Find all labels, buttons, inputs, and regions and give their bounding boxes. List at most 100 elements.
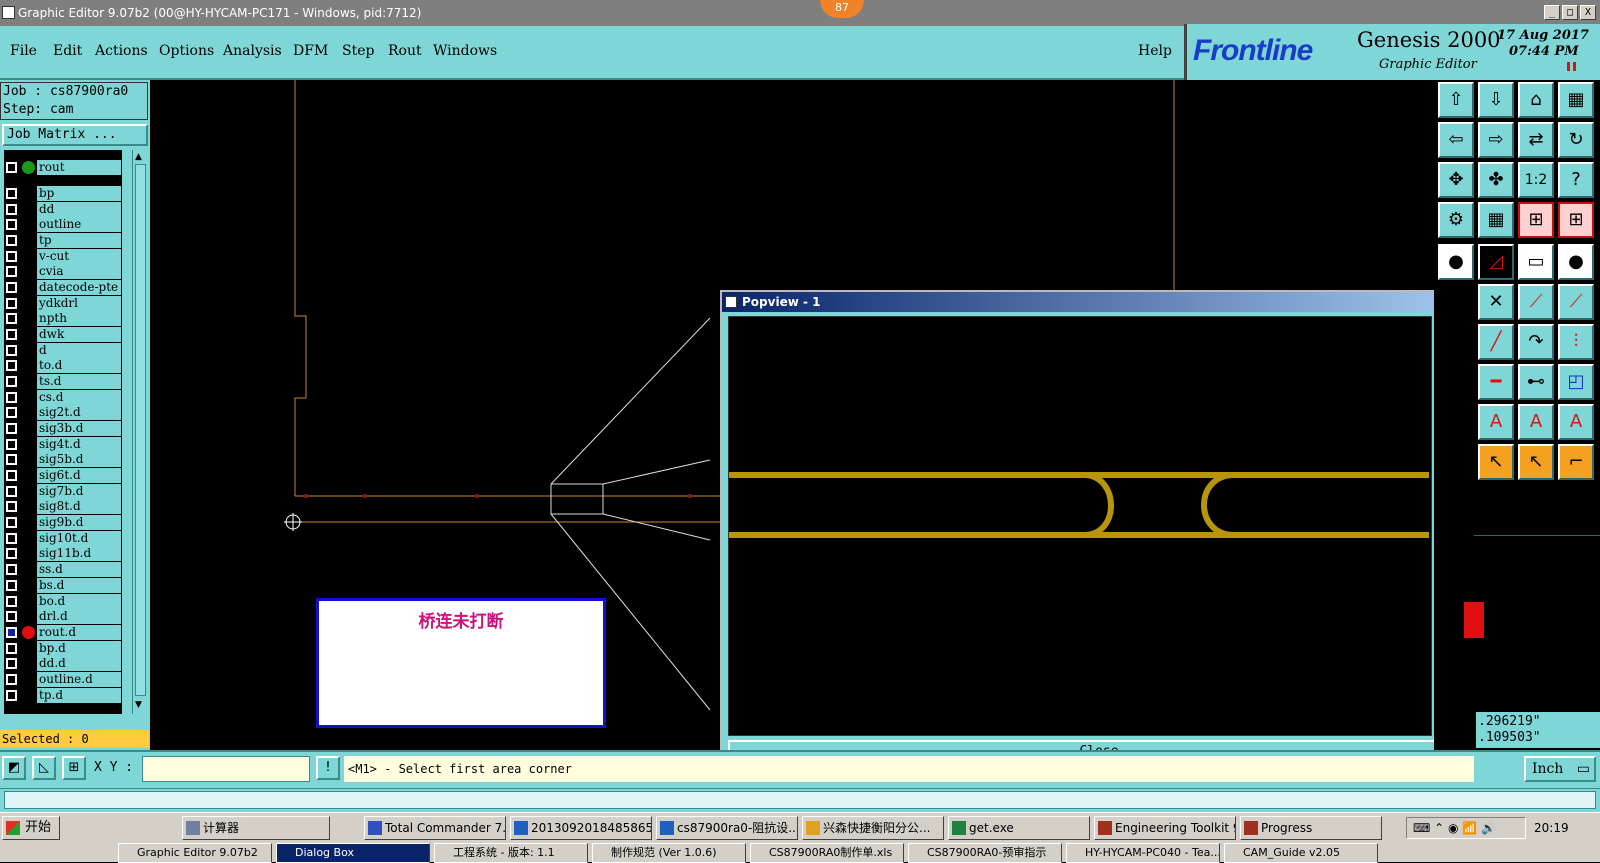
home-icon[interactable]: ⌂	[1518, 82, 1554, 118]
menu-help[interactable]: Help	[1138, 43, 1172, 59]
layer-checkbox[interactable]	[6, 690, 17, 701]
layer-checkbox[interactable]	[6, 486, 17, 497]
taskbar-doc[interactable]: 20130920184858655...	[510, 816, 652, 840]
layer-name[interactable]: bo.d	[37, 594, 121, 609]
layer-row[interactable]: sig4t.d	[4, 437, 122, 452]
layer-name[interactable]: sig6t.d	[37, 468, 121, 483]
pan-right-icon[interactable]: ⇨	[1478, 122, 1514, 158]
layer-row[interactable]: cvia	[4, 264, 122, 279]
layer-row[interactable]: bp.d	[4, 641, 122, 656]
menu-dfm[interactable]: DFM	[293, 43, 328, 59]
taskbar-teamviewer[interactable]: HY-HYCAM-PC040 - Tea...	[1066, 843, 1220, 863]
pan-up-icon[interactable]: ⇧	[1438, 82, 1474, 118]
layer-row[interactable]: to.d	[4, 358, 122, 373]
snap-red-icon[interactable]: ⊞	[1518, 202, 1554, 238]
layer-name[interactable]: sig10t.d	[37, 531, 121, 546]
taskbar-get-exe[interactable]: get.exe	[948, 816, 1090, 840]
popview-canvas[interactable]	[728, 316, 1432, 736]
refresh-icon[interactable]: ↻	[1558, 122, 1594, 158]
layer-checkbox[interactable]	[6, 533, 17, 544]
scale-1-2-icon[interactable]: 1:2	[1518, 162, 1554, 198]
layer-checkbox[interactable]	[6, 392, 17, 403]
taskbar-graphic-editor[interactable]: Graphic Editor 9.07b2	[118, 843, 272, 863]
layer-name[interactable]: dwk	[37, 327, 121, 342]
text-a2-icon[interactable]: A	[1518, 404, 1554, 440]
start-button[interactable]: 开始	[2, 816, 60, 840]
help-icon[interactable]: ?	[1558, 162, 1594, 198]
layer-checkbox[interactable]	[6, 643, 17, 654]
layer-name[interactable]: tp	[37, 233, 121, 248]
layer-row[interactable]: outline	[4, 217, 122, 232]
layer-row[interactable]: dwk	[4, 327, 122, 342]
pad-icon[interactable]: ●	[1438, 244, 1474, 280]
line-icon[interactable]: ◿	[1478, 244, 1514, 280]
layer-checkbox[interactable]	[6, 548, 17, 559]
text-a-icon[interactable]: A	[1478, 404, 1514, 440]
scroll-up-icon[interactable]: ▲	[135, 152, 142, 162]
select-arrow-icon[interactable]: ↖	[1478, 444, 1514, 480]
zoom-sel-icon[interactable]: ▦	[1558, 82, 1594, 118]
layer-row[interactable]: ts.d	[4, 374, 122, 389]
layer-row[interactable]: bo.d	[4, 594, 122, 609]
menu-analysis[interactable]: Analysis	[223, 43, 282, 59]
layer-name[interactable]: bs.d	[37, 578, 121, 593]
layer-row[interactable]: sig6t.d	[4, 468, 122, 483]
layer-row[interactable]: tp.d	[4, 688, 122, 703]
layer-row[interactable]: bp	[4, 186, 122, 201]
layer-checkbox[interactable]	[6, 658, 17, 669]
measure-tool-icon[interactable]: ◺	[32, 756, 56, 780]
layer-row[interactable]: npth	[4, 311, 122, 326]
job-matrix-button[interactable]: Job Matrix ...	[2, 124, 148, 146]
layer-checkbox[interactable]	[6, 329, 17, 340]
slash-icon[interactable]: ╱	[1478, 324, 1514, 360]
layer-row[interactable]: sig3b.d	[4, 421, 122, 436]
menu-edit[interactable]: Edit	[53, 43, 82, 59]
hline-icon[interactable]: ━	[1478, 364, 1514, 400]
tray-icons[interactable]: ⌨ ⌃ ◉ 📶 🔊	[1413, 821, 1496, 835]
minimize-button[interactable]: _	[1544, 5, 1560, 20]
layer-row[interactable]: datecode-pte	[4, 280, 122, 295]
layer-name[interactable]: outline	[37, 217, 121, 232]
layer-name[interactable]: sig8t.d	[37, 499, 121, 514]
layer-checkbox[interactable]	[6, 470, 17, 481]
layer-name[interactable]: sig3b.d	[37, 421, 121, 436]
scroll-down-icon[interactable]: ▼	[135, 700, 142, 710]
layer-row[interactable]: d	[4, 343, 122, 358]
taskbar-xingsen[interactable]: 兴森快捷衡阳分公...	[802, 816, 944, 840]
layer-name[interactable]: outline.d	[37, 672, 121, 687]
menu-step[interactable]: Step	[342, 43, 374, 59]
layer-row[interactable]: tp	[4, 233, 122, 248]
pan-down-icon[interactable]: ⇩	[1478, 82, 1514, 118]
layer-checkbox[interactable]	[6, 266, 17, 277]
layer-checkbox[interactable]	[6, 517, 17, 528]
layer-row[interactable]: sig5b.d	[4, 452, 122, 467]
measure-icon[interactable]: ⊷	[1518, 364, 1554, 400]
taskbar-engineering-toolkit[interactable]: Engineering Toolkit 9....	[1094, 816, 1236, 840]
layer-row[interactable]: rout	[4, 160, 122, 175]
layer-name[interactable]: dd	[37, 202, 121, 217]
layer-name[interactable]: rout.d	[37, 625, 121, 640]
taskbar-preview[interactable]: CS87900RA0-预审指示	[908, 843, 1062, 863]
select-step-icon[interactable]: ⌐	[1558, 444, 1594, 480]
layer-name[interactable]: sig7b.d	[37, 484, 121, 499]
taskbar-dialog-box[interactable]: Dialog Box	[276, 843, 430, 863]
menu-windows[interactable]: Windows	[433, 43, 497, 59]
layer-name[interactable]: datecode-pte	[37, 280, 121, 295]
taskbar-progress[interactable]: Progress	[1240, 816, 1382, 840]
layer-checkbox[interactable]	[6, 376, 17, 387]
taskbar-calculator[interactable]: 计算器	[182, 816, 330, 840]
layer-name[interactable]: bp.d	[37, 641, 121, 656]
draw-line-icon[interactable]: ⟋	[1518, 284, 1554, 320]
grid-icon[interactable]: ▦	[1478, 202, 1514, 238]
layer-row[interactable]: sig8t.d	[4, 499, 122, 514]
layer-row[interactable]: dd.d	[4, 656, 122, 671]
layer-checkbox[interactable]	[6, 360, 17, 371]
menu-file[interactable]: File	[10, 43, 37, 59]
layer-name[interactable]: ts.d	[37, 374, 121, 389]
taskbar-xls[interactable]: CS87900RA0制作单.xls	[750, 843, 904, 863]
maximize-button[interactable]: □	[1562, 5, 1578, 20]
layer-row[interactable]: sig9b.d	[4, 515, 122, 530]
layer-row[interactable]: ss.d	[4, 562, 122, 577]
layer-row[interactable]: bs.d	[4, 578, 122, 593]
layer-row[interactable]: sig7b.d	[4, 484, 122, 499]
